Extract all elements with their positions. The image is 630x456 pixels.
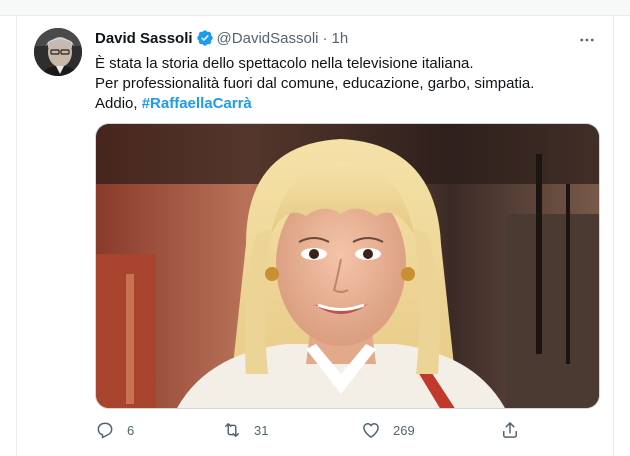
verified-badge-icon bbox=[196, 29, 214, 47]
retweet-button[interactable]: 31 bbox=[222, 420, 268, 440]
author-name[interactable]: David Sassoli bbox=[95, 30, 193, 47]
tweet-text: È stata la storia dello spettacolo nella… bbox=[95, 54, 595, 114]
tweet-photo[interactable] bbox=[95, 123, 600, 409]
hashtag-link[interactable]: #RaffaellaCarrà bbox=[142, 95, 252, 112]
tweet-text-line-2: Per professionalità fuori dal comune, ed… bbox=[95, 75, 535, 92]
tweet-text-line-3: Addio, #RaffaellaCarrà bbox=[95, 94, 595, 114]
share-icon bbox=[503, 422, 517, 438]
tweet-card[interactable]: David Sassoli @DavidSassoli · 1h È stata… bbox=[16, 16, 614, 456]
retweet-count: 31 bbox=[254, 422, 269, 438]
previous-tweet-edge bbox=[0, 0, 630, 16]
like-button[interactable]: 269 bbox=[361, 420, 415, 440]
tweet-text-prefix: Addio, bbox=[95, 95, 142, 112]
author-avatar[interactable] bbox=[34, 28, 82, 76]
reply-button[interactable]: 6 bbox=[95, 420, 134, 440]
tweet-timestamp[interactable]: 1h bbox=[331, 30, 348, 47]
tweet-header: David Sassoli @DavidSassoli · 1h bbox=[95, 29, 348, 47]
tweet-text-line-1: È stata la storia dello spettacolo nella… bbox=[95, 55, 474, 72]
like-count: 269 bbox=[393, 422, 415, 438]
reply-count: 6 bbox=[127, 422, 135, 438]
more-options-icon[interactable] bbox=[575, 28, 599, 52]
author-handle[interactable]: @DavidSassoli bbox=[217, 30, 319, 47]
reply-icon bbox=[97, 422, 113, 439]
share-button[interactable] bbox=[500, 420, 520, 440]
separator-dot: · bbox=[322, 29, 328, 47]
retweet-icon bbox=[225, 423, 239, 437]
heart-icon bbox=[363, 423, 379, 438]
tweet-actions: 6 31 269 bbox=[95, 420, 600, 444]
